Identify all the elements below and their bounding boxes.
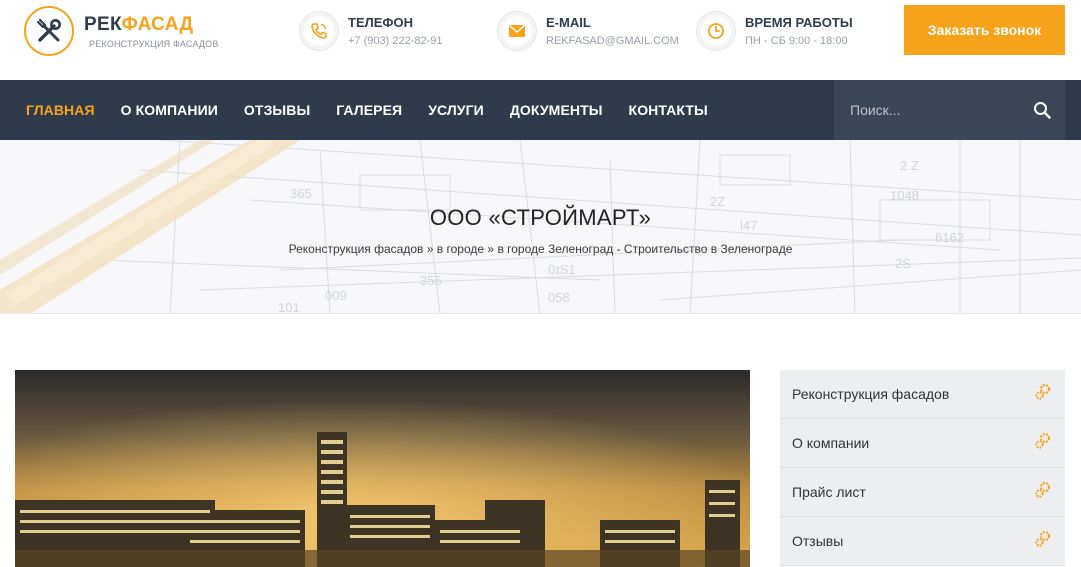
breadcrumb-current: в городе Зеленоград - Строительство в Зе… [497,242,793,256]
sidebar-item-about[interactable]: О компании [780,419,1065,468]
sidebar-item-facades[interactable]: Реконструкция фасадов [780,370,1065,419]
hours-value: ПН - СБ 9:00 - 18:00 [745,35,848,47]
search-icon[interactable] [1031,99,1053,121]
request-call-button[interactable]: Заказать звонок [904,5,1065,55]
phone-number[interactable]: +7 (903) 222-82-91 [348,35,442,47]
search-box [834,80,1065,140]
clock-icon [696,11,736,51]
nav-item-contacts[interactable]: КОНТАКТЫ [616,102,721,118]
tools-icon [24,6,74,56]
email-address[interactable]: REKFASAD@GMAIL.COM [546,35,679,47]
envelope-icon [497,11,537,51]
sidebar-item-label: Отзывы [792,533,844,549]
sidebar-item-reviews[interactable]: Отзывы [780,517,1065,566]
nav-item-documents[interactable]: ДОКУМЕНТЫ [497,102,616,118]
email-info: E-MAIL REKFASAD@GMAIL.COM [497,11,679,51]
sidebar-item-label: Прайс лист [792,484,866,500]
breadcrumb: Реконструкция фасадов » в городе » в гор… [0,242,1081,256]
sidebar-menu: Реконструкция фасадов О компании Прайс л… [780,370,1065,566]
hours-info: ВРЕМЯ РАБОТЫ ПН - СБ 9:00 - 18:00 [696,11,853,51]
nav-item-about[interactable]: О КОМПАНИИ [108,102,231,118]
nav-item-gallery[interactable]: ГАЛЕРЕЯ [323,102,415,118]
breadcrumb-link-facades[interactable]: Реконструкция фасадов [289,242,424,256]
logo-subtitle: РЕКОНСТРУКЦИЯ ФАСАДОВ [89,38,219,49]
logo-title: РЕКФАСАД [84,13,194,35]
city-night-photo [15,370,750,567]
phone-info: ТЕЛЕФОН +7 (903) 222-82-91 [299,11,442,51]
gears-icon [1033,431,1053,456]
phone-icon [299,11,339,51]
breadcrumb-link-city[interactable]: в городе [437,242,484,256]
gears-icon [1033,529,1053,554]
logo[interactable]: РЕКФАСАД РЕКОНСТРУКЦИЯ ФАСАДОВ [24,6,219,56]
breadcrumb-separator: » [426,242,434,256]
site-header: РЕКФАСАД РЕКОНСТРУКЦИЯ ФАСАДОВ ТЕЛЕФОН +… [0,0,1081,80]
nav-item-services[interactable]: УСЛУГИ [415,102,497,118]
gears-icon [1033,480,1053,505]
main-nav: ГЛАВНАЯ О КОМПАНИИ ОТЗЫВЫ ГАЛЕРЕЯ УСЛУГИ… [0,80,1081,140]
email-label: E-MAIL [546,15,591,30]
page-hero: 1048 6162 2 Z Ɩ47 365 355 0ɪS1 058 009 1… [0,140,1081,314]
gears-icon [1033,382,1053,407]
phone-label: ТЕЛЕФОН [348,15,413,30]
sidebar-item-label: О компании [792,435,870,451]
sidebar-item-price-list[interactable]: Прайс лист [780,468,1065,517]
page-title: ООО «СТРОЙМАРТ» [429,205,652,230]
sidebar-item-label: Реконструкция фасадов [792,386,950,402]
search-input[interactable] [850,102,1030,118]
nav-item-home[interactable]: ГЛАВНАЯ [13,102,108,118]
breadcrumb-separator: » [487,242,495,256]
nav-item-reviews[interactable]: ОТЗЫВЫ [231,102,323,118]
hours-label: ВРЕМЯ РАБОТЫ [745,15,853,30]
